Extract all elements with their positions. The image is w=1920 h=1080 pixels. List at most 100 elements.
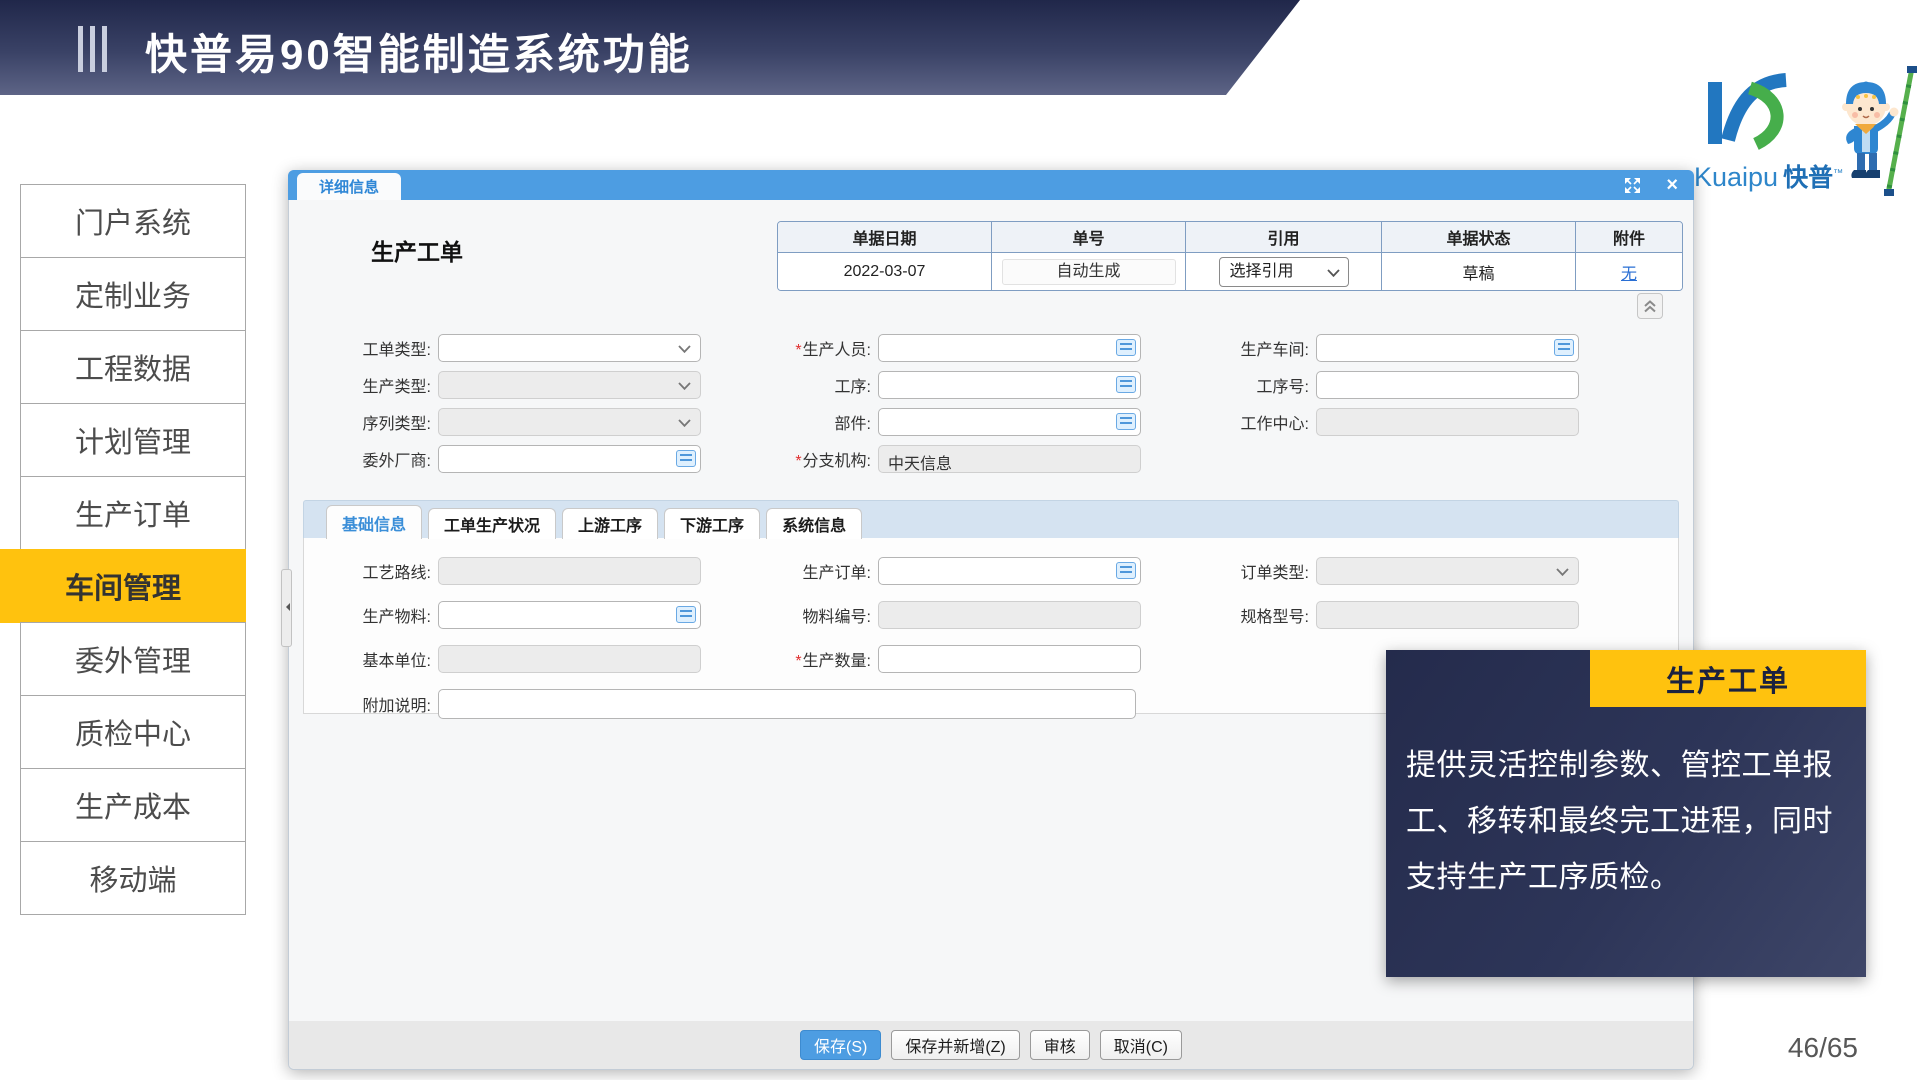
form-field-row: 生产订单: bbox=[731, 557, 1141, 585]
fields-tab-col2: 生产订单: 物料编号: *生产数量: bbox=[731, 557, 1141, 689]
form-field-row: 工作中心: bbox=[1169, 408, 1579, 436]
sidebar-item[interactable]: 移动端 bbox=[20, 841, 246, 915]
field-label: 附加说明: bbox=[291, 692, 438, 716]
logo-text: Kuaipu快普™ bbox=[1694, 158, 1843, 194]
lookup-icon[interactable] bbox=[676, 606, 696, 623]
doc-table-column: 单据日期2022-03-07 bbox=[778, 222, 991, 290]
window-controls: × bbox=[1623, 170, 1678, 200]
doc-table-header: 单号 bbox=[992, 222, 1185, 253]
tab-item[interactable]: 上游工序 bbox=[562, 508, 658, 539]
chevron-down-icon bbox=[1327, 269, 1340, 277]
form-field-row: 生产车间: bbox=[1169, 334, 1579, 362]
fields-top-col3: 生产车间: 工序号: 工作中心: bbox=[1169, 334, 1579, 445]
form-field-row: 生产物料: bbox=[291, 601, 701, 629]
doc-table-cell: 自动生成 bbox=[992, 253, 1185, 290]
form-field-row: *生产人员: bbox=[731, 334, 1141, 362]
field-input[interactable] bbox=[878, 334, 1141, 362]
collapse-button[interactable] bbox=[1637, 293, 1663, 319]
field-label: *生产数量: bbox=[731, 647, 878, 671]
lookup-icon[interactable] bbox=[1116, 339, 1136, 356]
fields-top-col1: 工单类型:生产类型:序列类型:委外厂商: bbox=[291, 334, 701, 482]
footer-button[interactable]: 审核 bbox=[1030, 1030, 1090, 1060]
form-title: 生产工单 bbox=[371, 233, 463, 267]
tab-item[interactable]: 下游工序 bbox=[664, 508, 760, 539]
maximize-icon[interactable] bbox=[1623, 176, 1642, 195]
field-input[interactable] bbox=[878, 645, 1141, 673]
form-field-row: 工艺路线: bbox=[291, 557, 701, 585]
field-label: 工序号: bbox=[1169, 373, 1316, 397]
dialog-titlebar: 详细信息 × bbox=[288, 170, 1694, 200]
logo-text-en: Kuaipu bbox=[1694, 162, 1778, 192]
field-input[interactable] bbox=[1316, 371, 1579, 399]
field-input[interactable] bbox=[878, 557, 1141, 585]
field-input[interactable] bbox=[438, 601, 701, 629]
chevron-down-icon bbox=[678, 345, 691, 353]
sidebar-item[interactable]: 计划管理 bbox=[20, 403, 246, 477]
field-label: 工作中心: bbox=[1169, 410, 1316, 434]
double-chevron-up-icon bbox=[1643, 300, 1657, 313]
footer-button[interactable]: 取消(C) bbox=[1100, 1030, 1182, 1060]
field-input[interactable] bbox=[438, 445, 701, 473]
chevron-down-icon bbox=[678, 382, 691, 390]
lookup-icon[interactable] bbox=[1554, 339, 1574, 356]
tab-item[interactable]: 基础信息 bbox=[326, 505, 422, 539]
field-label: 生产物料: bbox=[291, 603, 438, 627]
sidebar-item[interactable]: 定制业务 bbox=[20, 257, 246, 331]
footer-button[interactable]: 保存并新增(Z) bbox=[891, 1030, 1019, 1060]
dialog-tab[interactable]: 详细信息 bbox=[297, 173, 401, 200]
form-field-row: 订单类型: bbox=[1169, 557, 1579, 585]
chevron-down-icon bbox=[1556, 568, 1569, 576]
field-select bbox=[1316, 557, 1579, 585]
sidebar-item[interactable]: 车间管理 bbox=[0, 549, 246, 623]
lookup-icon[interactable] bbox=[1116, 413, 1136, 430]
sidebar-item[interactable]: 质检中心 bbox=[20, 695, 246, 769]
field-select bbox=[438, 371, 701, 399]
header-band: 快普易90智能制造系统功能 bbox=[0, 0, 1300, 95]
tab-item[interactable]: 系统信息 bbox=[766, 508, 862, 539]
logo-text-cn: 快普 bbox=[1783, 164, 1833, 192]
field-input[interactable] bbox=[878, 408, 1141, 436]
kp-mark-icon bbox=[1698, 72, 1798, 156]
doc-table-column: 单号自动生成 bbox=[991, 222, 1185, 290]
form-field-row: 物料编号: bbox=[731, 601, 1141, 629]
info-panel: 生产工单 提供灵活控制参数、管控工单报工、移转和最终完工进程，同时支持生产工序质… bbox=[1386, 650, 1866, 977]
form-field-row: 附加说明: bbox=[291, 689, 1136, 719]
fields-tab-col1: 工艺路线:生产物料:基本单位: bbox=[291, 557, 701, 689]
panel-collapse-handle[interactable] bbox=[281, 569, 292, 647]
field-label: 工单类型: bbox=[291, 336, 438, 360]
field-value: 中天信息 bbox=[888, 450, 952, 474]
sidebar-item[interactable]: 生产订单 bbox=[20, 476, 246, 550]
field-input[interactable] bbox=[1316, 334, 1579, 362]
doc-number-box: 自动生成 bbox=[1002, 259, 1176, 285]
field-input[interactable] bbox=[438, 689, 1136, 719]
field-label: 工艺路线: bbox=[291, 559, 438, 583]
attachment-link[interactable]: 无 bbox=[1621, 260, 1637, 284]
close-icon[interactable]: × bbox=[1666, 175, 1678, 195]
reference-select[interactable]: 选择引用 bbox=[1219, 257, 1349, 287]
lookup-icon[interactable] bbox=[1116, 376, 1136, 393]
fields-tab-col3: 订单类型:规格型号: bbox=[1169, 557, 1579, 645]
field-input[interactable] bbox=[878, 371, 1141, 399]
info-panel-title: 生产工单 bbox=[1590, 650, 1866, 707]
sidebar-item[interactable]: 门户系统 bbox=[20, 184, 246, 258]
field-label: 生产类型: bbox=[291, 373, 438, 397]
field-label: *生产人员: bbox=[731, 336, 878, 360]
form-field-row: 生产类型: bbox=[291, 371, 701, 399]
tab-item[interactable]: 工单生产状况 bbox=[428, 508, 556, 539]
field-label: *分支机构: bbox=[731, 447, 878, 471]
form-field-row: 序列类型: bbox=[291, 408, 701, 436]
sidebar-item[interactable]: 生产成本 bbox=[20, 768, 246, 842]
required-mark: * bbox=[795, 453, 801, 470]
lookup-icon[interactable] bbox=[676, 450, 696, 467]
page-title: 快普易90智能制造系统功能 bbox=[145, 21, 693, 82]
footer-button[interactable]: 保存(S) bbox=[800, 1030, 881, 1060]
sidebar-item[interactable]: 工程数据 bbox=[20, 330, 246, 404]
doc-table: 单据日期2022-03-07单号自动生成引用选择引用单据状态草稿附件无 bbox=[777, 221, 1683, 291]
field-input bbox=[438, 557, 701, 585]
field-label: 序列类型: bbox=[291, 410, 438, 434]
lookup-icon[interactable] bbox=[1116, 562, 1136, 579]
doc-table-cell: 草稿 bbox=[1382, 253, 1575, 290]
field-select[interactable] bbox=[438, 334, 701, 362]
sidebar-item[interactable]: 委外管理 bbox=[20, 622, 246, 696]
doc-table-header: 单据状态 bbox=[1382, 222, 1575, 253]
